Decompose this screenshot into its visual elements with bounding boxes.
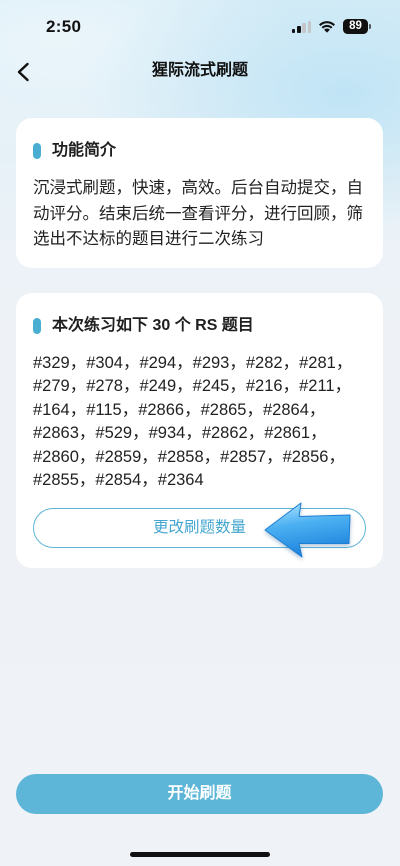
intro-description: 沉浸式刷题，快速，高效。后台自动提交，自动评分。结束后统一查看评分，进行回顾，筛… [33,179,363,248]
problem-separator: ， [122,354,140,372]
problem-id: #245 [192,377,230,396]
problem-id: #2866 [138,400,185,419]
problem-separator: ， [141,471,158,490]
arrow-left-icon [264,502,351,558]
problem-list: #329，#304，#294，#293，#282，#281，#279，#278，… [33,352,366,492]
battery-icon: 89 [343,19,373,34]
problem-id: #281 [299,354,336,372]
problem-id: #2858 [157,447,204,466]
problem-id: #2860 [33,447,79,466]
problem-id: #2857 [220,447,267,466]
problem-separator: ， [335,354,353,372]
problem-separator: ， [203,447,221,466]
battery-level: 89 [349,20,362,32]
problem-separator: ， [282,354,300,372]
problem-id: #293 [192,354,230,372]
problem-separator: ， [310,424,327,443]
problem-separator: ， [121,400,139,419]
problem-separator: ， [78,447,96,466]
problem-separator: ， [185,424,202,443]
problem-id: #2854 [95,471,142,490]
problem-id: #2364 [157,471,204,490]
problem-id: #2864 [262,400,309,419]
home-indicator [130,852,270,857]
intro-card: 功能简介 沉浸式刷题，快速，高效。后台自动提交，自动评分。结束后统一查看评分，进… [16,118,383,268]
problem-id: #211 [299,377,335,396]
problem-id: #216 [245,377,283,396]
problem-id: #115 [86,400,122,419]
problem-id: #2855 [33,471,79,490]
problem-id: #164 [33,400,70,419]
problem-id: #2863 [33,424,79,443]
problem-separator: ， [282,377,300,396]
section-marker [33,318,41,334]
problem-id: #529 [95,424,133,443]
problem-id: #278 [86,377,123,396]
problem-separator: ， [69,354,87,372]
problem-id: #249 [139,377,177,396]
signal-bar [307,20,311,33]
problem-id: #2856 [282,447,329,466]
problem-separator: ， [334,377,352,396]
problem-separator: ， [78,471,96,490]
battery-body: 89 [343,19,368,34]
signal-bar [292,28,296,33]
problem-id: #2859 [95,447,142,466]
problem-separator: ， [308,400,326,419]
practice-card-title: 本次练习如下 30 个 RS 题目 [52,317,254,334]
cellular-signal-icon [292,20,312,33]
battery-nub [369,24,372,29]
problem-id: #329 [33,354,70,372]
problem-separator: ， [78,424,96,443]
problem-separator: ， [266,447,283,466]
problem-separator: ， [141,447,158,466]
problem-separator: ， [246,400,263,419]
problem-id: #2865 [200,400,247,419]
practice-card-header: 本次练习如下 30 个 RS 题目 [33,315,366,337]
section-marker [33,143,41,159]
wifi-icon [319,21,335,33]
page-title: 猩际流式刷题 [151,62,248,79]
intro-card-header: 功能简介 [33,140,366,162]
problem-id: #282 [245,354,283,372]
problem-id: #279 [33,377,70,396]
problem-id: #304 [86,354,123,372]
intro-card-title: 功能简介 [52,142,117,159]
problem-separator: ， [229,377,246,396]
problem-separator: ， [69,377,87,396]
problem-separator: ， [247,424,265,443]
status-time: 2:50 [46,17,82,36]
problem-separator: ， [229,354,246,372]
problem-separator: ， [132,424,149,443]
signal-bar [297,26,301,33]
problem-separator: ， [122,377,140,396]
problem-separator: ， [69,400,87,419]
problem-id: #934 [148,424,186,443]
problem-id: #2862 [201,424,248,443]
problem-separator: ， [184,400,201,419]
problem-id: #294 [139,354,177,372]
problem-separator: ， [328,447,345,466]
problem-separator: ， [176,377,193,396]
problem-separator: ， [176,354,193,372]
start-practice-button[interactable]: 开始刷题 [16,774,383,814]
signal-bar [302,23,306,33]
problem-id: #2861 [264,424,311,443]
